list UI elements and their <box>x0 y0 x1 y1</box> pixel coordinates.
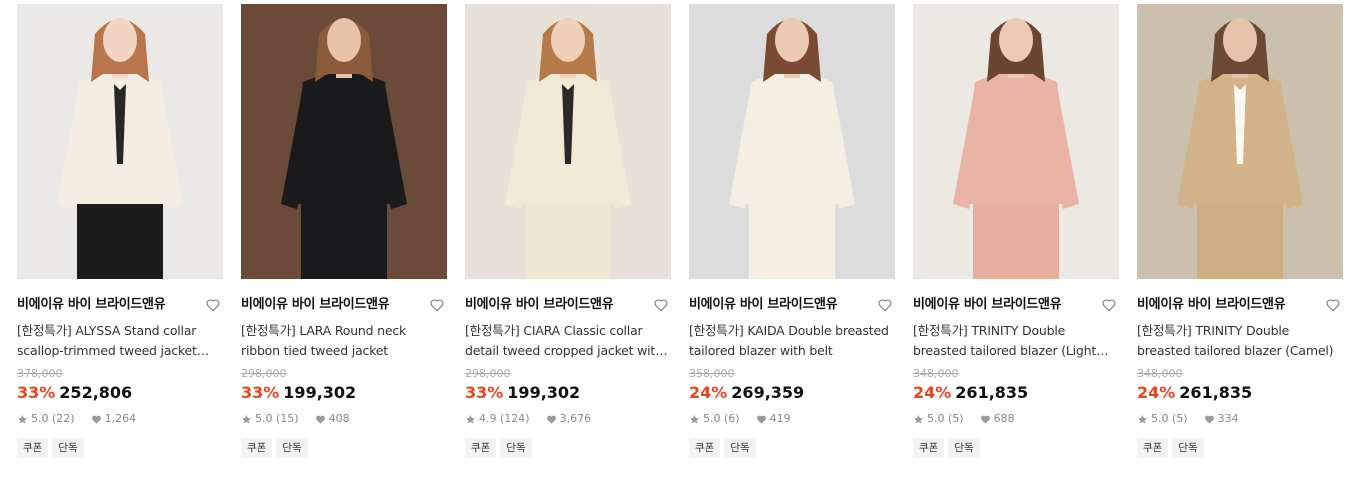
model-photo <box>281 18 407 279</box>
rating: 5.0 (15) <box>255 412 299 425</box>
rating: 4.9 (124) <box>479 412 530 425</box>
coupon-tag: 쿠폰 <box>1137 438 1169 458</box>
brand-name[interactable]: 비에이유 바이 브라이드앤유 <box>241 295 447 315</box>
heart-icon[interactable] <box>1325 297 1341 313</box>
like-heart-icon <box>91 415 101 424</box>
coupon-tag: 쿠폰 <box>241 438 273 458</box>
rating: 5.0 (5) <box>1151 412 1188 425</box>
discount-rate: 33% <box>465 383 504 402</box>
coupon-tag: 쿠폰 <box>689 438 721 458</box>
coupon-tag: 쿠폰 <box>465 438 497 458</box>
product-card[interactable]: 비에이유 바이 브라이드앤유 [한정특가] CIARA Classic coll… <box>465 4 671 458</box>
star-icon <box>17 414 28 424</box>
product-image[interactable] <box>1137 4 1343 279</box>
product-card[interactable]: 비에이유 바이 브라이드앤유 [한정특가] KAIDA Double breas… <box>689 4 895 458</box>
original-price: 358,000 <box>689 367 735 380</box>
exclusive-tag: 단독 <box>500 438 532 458</box>
product-title[interactable]: [한정특가] TRINITY Double breasted tailored … <box>913 321 1119 361</box>
original-price: 348,000 <box>1137 367 1183 380</box>
heart-icon[interactable] <box>429 297 445 313</box>
model-photo <box>505 18 631 279</box>
original-price: 298,000 <box>241 367 287 380</box>
model-photo <box>953 18 1079 279</box>
rating: 5.0 (22) <box>31 412 75 425</box>
like-count: 419 <box>769 412 791 425</box>
sale-price: 199,302 <box>507 383 581 402</box>
star-icon <box>465 414 476 424</box>
sale-price: 261,835 <box>955 383 1029 402</box>
like-count: 408 <box>328 412 350 425</box>
brand-name[interactable]: 비에이유 바이 브라이드앤유 <box>465 295 671 315</box>
exclusive-tag: 단독 <box>1172 438 1204 458</box>
product-title[interactable]: [한정특가] LARA Round neck ribbon tied tweed… <box>241 321 447 361</box>
star-icon <box>913 414 924 424</box>
original-price: 298,000 <box>465 367 511 380</box>
product-title[interactable]: [한정특가] CIARA Classic collar detail tweed… <box>465 321 671 361</box>
star-icon <box>689 414 700 424</box>
like-count: 3,676 <box>559 412 592 425</box>
exclusive-tag: 단독 <box>948 438 980 458</box>
discount-rate: 33% <box>241 383 280 402</box>
heart-icon[interactable] <box>205 297 221 313</box>
brand-name[interactable]: 비에이유 바이 브라이드앤유 <box>17 295 223 315</box>
model-photo <box>1177 18 1303 279</box>
product-title[interactable]: [한정특가] TRINITY Double breasted tailored … <box>1137 321 1343 361</box>
product-image[interactable] <box>913 4 1119 279</box>
product-image[interactable] <box>241 4 447 279</box>
like-heart-icon <box>756 415 766 424</box>
brand-name[interactable]: 비에이유 바이 브라이드앤유 <box>1137 295 1343 315</box>
rating: 5.0 (6) <box>703 412 740 425</box>
product-image[interactable] <box>465 4 671 279</box>
like-heart-icon <box>546 415 556 424</box>
like-heart-icon <box>315 415 325 424</box>
model-photo <box>729 18 855 279</box>
like-count: 334 <box>1217 412 1239 425</box>
heart-icon[interactable] <box>653 297 669 313</box>
like-heart-icon <box>1204 415 1214 424</box>
original-price: 348,000 <box>913 367 959 380</box>
brand-name[interactable]: 비에이유 바이 브라이드앤유 <box>689 295 895 315</box>
brand-name[interactable]: 비에이유 바이 브라이드앤유 <box>913 295 1119 315</box>
sale-price: 261,835 <box>1179 383 1253 402</box>
sale-price: 252,806 <box>59 383 133 402</box>
discount-rate: 24% <box>689 383 728 402</box>
model-photo <box>57 18 183 279</box>
product-image[interactable] <box>17 4 223 279</box>
coupon-tag: 쿠폰 <box>17 438 49 458</box>
exclusive-tag: 단독 <box>276 438 308 458</box>
like-heart-icon <box>980 415 990 424</box>
like-count: 688 <box>993 412 1015 425</box>
product-grid: 비에이유 바이 브라이드앤유 [한정특가] ALYSSA Stand colla… <box>0 0 1354 486</box>
product-card[interactable]: 비에이유 바이 브라이드앤유 [한정특가] TRINITY Double bre… <box>1137 4 1343 458</box>
star-icon <box>241 414 252 424</box>
original-price: 378,000 <box>17 367 63 380</box>
heart-icon[interactable] <box>1101 297 1117 313</box>
product-card[interactable]: 비에이유 바이 브라이드앤유 [한정특가] LARA Round neck ri… <box>241 4 447 458</box>
sale-price: 199,302 <box>283 383 357 402</box>
star-icon <box>1137 414 1148 424</box>
heart-icon[interactable] <box>877 297 893 313</box>
exclusive-tag: 단독 <box>52 438 84 458</box>
product-image[interactable] <box>689 4 895 279</box>
exclusive-tag: 단독 <box>724 438 756 458</box>
product-title[interactable]: [한정특가] KAIDA Double breasted tailored bl… <box>689 321 895 361</box>
discount-rate: 24% <box>913 383 952 402</box>
coupon-tag: 쿠폰 <box>913 438 945 458</box>
discount-rate: 33% <box>17 383 56 402</box>
product-title[interactable]: [한정특가] ALYSSA Stand collar scallop-trimm… <box>17 321 223 361</box>
like-count: 1,264 <box>104 412 137 425</box>
product-card[interactable]: 비에이유 바이 브라이드앤유 [한정특가] TRINITY Double bre… <box>913 4 1119 458</box>
discount-rate: 24% <box>1137 383 1176 402</box>
sale-price: 269,359 <box>731 383 805 402</box>
rating: 5.0 (5) <box>927 412 964 425</box>
product-card[interactable]: 비에이유 바이 브라이드앤유 [한정특가] ALYSSA Stand colla… <box>17 4 223 458</box>
